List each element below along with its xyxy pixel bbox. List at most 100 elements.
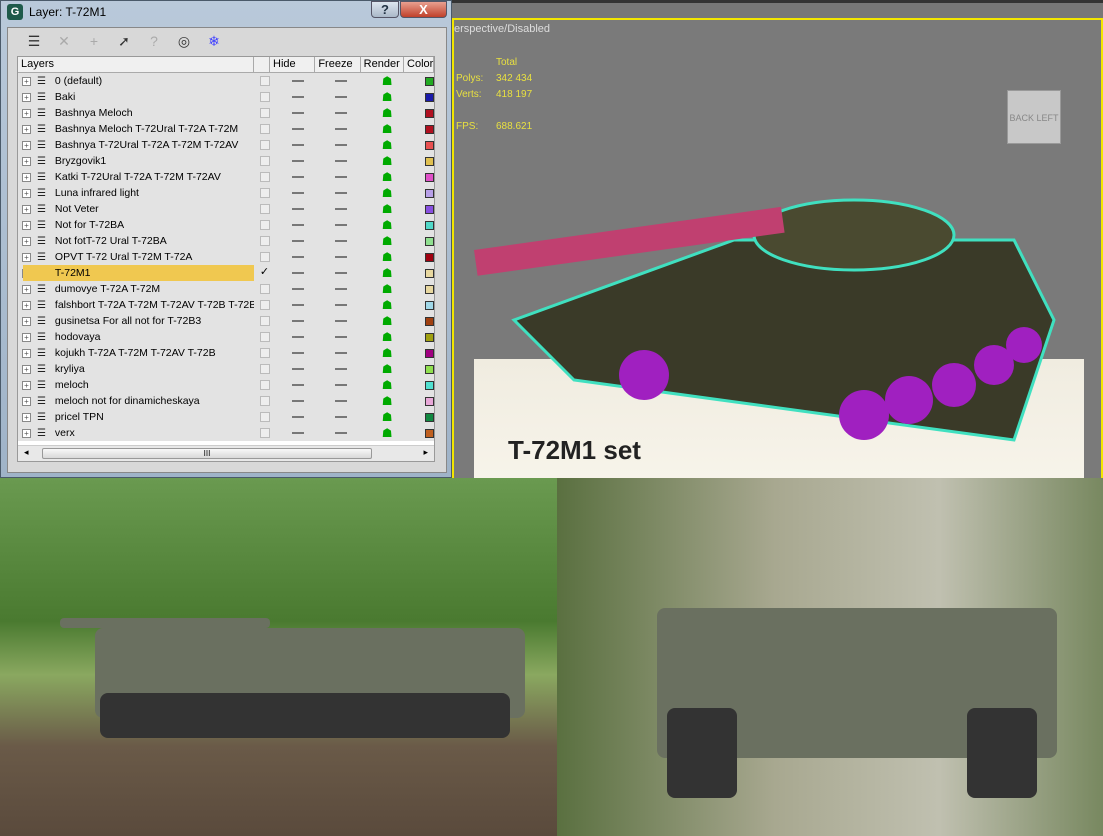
render-teapot-icon[interactable]: ☗ [363, 298, 411, 312]
layer-row[interactable]: + ☰ T-72M1 ✓ ☗ [18, 265, 435, 281]
render-teapot-icon[interactable]: ☗ [363, 314, 411, 328]
current-layer-checkbox[interactable] [259, 252, 270, 262]
layer-row[interactable]: + ☰ dumovye T-72A T-72M ☗ [18, 281, 435, 297]
layer-name[interactable]: 0 (default) [23, 73, 254, 89]
render-teapot-icon[interactable]: ☗ [363, 186, 411, 200]
current-layer-checkbox[interactable] [259, 300, 270, 310]
render-teapot-icon[interactable]: ☗ [363, 426, 411, 440]
current-layer-checkbox[interactable] [259, 380, 270, 390]
current-layer-checkbox[interactable] [259, 92, 270, 102]
current-layer-checkbox[interactable] [259, 284, 270, 294]
render-teapot-icon[interactable]: ☗ [363, 202, 411, 216]
layer-row[interactable]: + ☰ meloch not for dinamicheskaya ☗ [18, 393, 435, 409]
layer-name[interactable]: gusinetsa For all not for T-72B3 [23, 313, 254, 329]
hide-toggle[interactable] [276, 411, 320, 423]
layer-row[interactable]: + ☰ pricel TPN ☗ [18, 409, 435, 425]
col-color[interactable]: Color [404, 57, 435, 72]
layer-name[interactable]: Not Veter [23, 201, 254, 217]
layer-name[interactable]: Not for T-72BA [23, 217, 254, 233]
layer-color-swatch[interactable] [425, 332, 435, 342]
current-layer-checkbox[interactable] [259, 348, 270, 358]
hide-toggle[interactable] [276, 139, 320, 151]
scroll-left-icon[interactable]: ◂ [24, 447, 29, 458]
hide-toggle[interactable] [276, 203, 320, 215]
layer-row[interactable]: + ☰ Not fotT-72 Ural T-72BA ☗ [18, 233, 435, 249]
hide-toggle[interactable] [276, 315, 320, 327]
help-button[interactable]: ? [371, 1, 399, 18]
freeze-toggle[interactable] [320, 283, 364, 295]
current-layer-checkbox[interactable] [259, 76, 270, 86]
col-hide[interactable]: Hide [270, 57, 316, 72]
layer-color-swatch[interactable] [425, 108, 435, 118]
freeze-toggle[interactable] [320, 395, 364, 407]
current-layer-checkbox[interactable] [259, 396, 270, 406]
current-layer-checkbox[interactable] [259, 188, 270, 198]
layer-name[interactable]: meloch [23, 377, 254, 393]
col-layers[interactable]: Layers [18, 57, 255, 72]
freeze-toggle[interactable] [320, 171, 364, 183]
render-teapot-icon[interactable]: ☗ [363, 138, 411, 152]
viewport-perspective[interactable]: erspective/Disabled Total Polys: 342 434… [452, 0, 1103, 481]
layer-color-swatch[interactable] [425, 348, 435, 358]
current-layer-checkbox[interactable] [259, 108, 270, 118]
layer-color-swatch[interactable] [425, 76, 435, 86]
render-teapot-icon[interactable]: ☗ [363, 218, 411, 232]
current-layer-checkbox[interactable] [259, 236, 270, 246]
render-teapot-icon[interactable]: ☗ [363, 122, 411, 136]
delete-layer-icon[interactable]: ✕ [52, 33, 76, 50]
layer-row[interactable]: + ☰ gusinetsa For all not for T-72B3 ☗ [18, 313, 435, 329]
col-current[interactable] [254, 57, 270, 72]
freeze-toggle[interactable] [320, 267, 364, 279]
freeze-toggle[interactable] [320, 427, 364, 439]
hide-toggle[interactable] [276, 427, 320, 439]
freeze-toggle[interactable] [320, 251, 364, 263]
layer-name[interactable]: kryliya [23, 361, 254, 377]
hide-toggle[interactable] [276, 123, 320, 135]
hide-toggle[interactable] [276, 155, 320, 167]
layer-name[interactable]: Katki T-72Ural T-72A T-72M T-72AV [23, 169, 254, 185]
current-layer-checkbox[interactable] [259, 316, 270, 326]
current-layer-checkbox[interactable] [259, 332, 270, 342]
hide-toggle[interactable] [276, 187, 320, 199]
freeze-toggle[interactable] [320, 107, 364, 119]
current-layer-checkbox[interactable] [259, 124, 270, 134]
render-teapot-icon[interactable]: ☗ [363, 378, 411, 392]
render-teapot-icon[interactable]: ☗ [363, 234, 411, 248]
layer-name[interactable]: meloch not for dinamicheskaya [23, 393, 254, 409]
freeze-toggle[interactable] [320, 219, 364, 231]
freeze-toggle[interactable] [320, 235, 364, 247]
highlight-icon[interactable]: ? [142, 33, 166, 49]
hide-toggle[interactable] [276, 283, 320, 295]
layer-color-swatch[interactable] [425, 300, 435, 310]
layer-color-swatch[interactable] [425, 396, 435, 406]
select-objects-icon[interactable]: ➚ [112, 33, 136, 50]
scroll-right-icon[interactable]: ▸ [423, 447, 428, 458]
current-layer-checkbox[interactable] [259, 428, 270, 438]
freeze-toggle[interactable] [320, 363, 364, 375]
hide-toggle[interactable] [276, 331, 320, 343]
viewport-frame[interactable]: erspective/Disabled Total Polys: 342 434… [452, 18, 1103, 481]
layer-name[interactable]: T-72M1 [22, 265, 254, 281]
freeze-all-icon[interactable]: ❄ [202, 33, 226, 50]
current-layer-checkbox[interactable] [259, 364, 270, 374]
freeze-toggle[interactable] [320, 187, 364, 199]
layer-row[interactable]: + ☰ Bashnya T-72Ural T-72A T-72M T-72AV … [18, 137, 435, 153]
layer-name[interactable]: pricel TPN [23, 409, 254, 425]
render-teapot-icon[interactable]: ☗ [363, 106, 411, 120]
hide-toggle[interactable] [276, 267, 320, 279]
layer-row[interactable]: + ☰ Katki T-72Ural T-72A T-72M T-72AV ☗ [18, 169, 435, 185]
add-to-layer-icon[interactable]: + [82, 33, 106, 49]
current-layer-checkbox[interactable] [259, 204, 270, 214]
hide-toggle[interactable] [276, 91, 320, 103]
col-render[interactable]: Render [361, 57, 405, 72]
layer-name[interactable]: Bashnya Meloch T-72Ural T-72A T-72M [23, 121, 254, 137]
layer-color-swatch[interactable] [425, 156, 435, 166]
layer-color-swatch[interactable] [425, 188, 435, 198]
render-teapot-icon[interactable]: ☗ [363, 410, 411, 424]
layer-color-swatch[interactable] [425, 380, 435, 390]
freeze-toggle[interactable] [320, 139, 364, 151]
freeze-toggle[interactable] [320, 347, 364, 359]
layer-row[interactable]: + ☰ verx ☗ [18, 425, 435, 441]
freeze-toggle[interactable] [320, 123, 364, 135]
hide-toggle[interactable] [276, 347, 320, 359]
